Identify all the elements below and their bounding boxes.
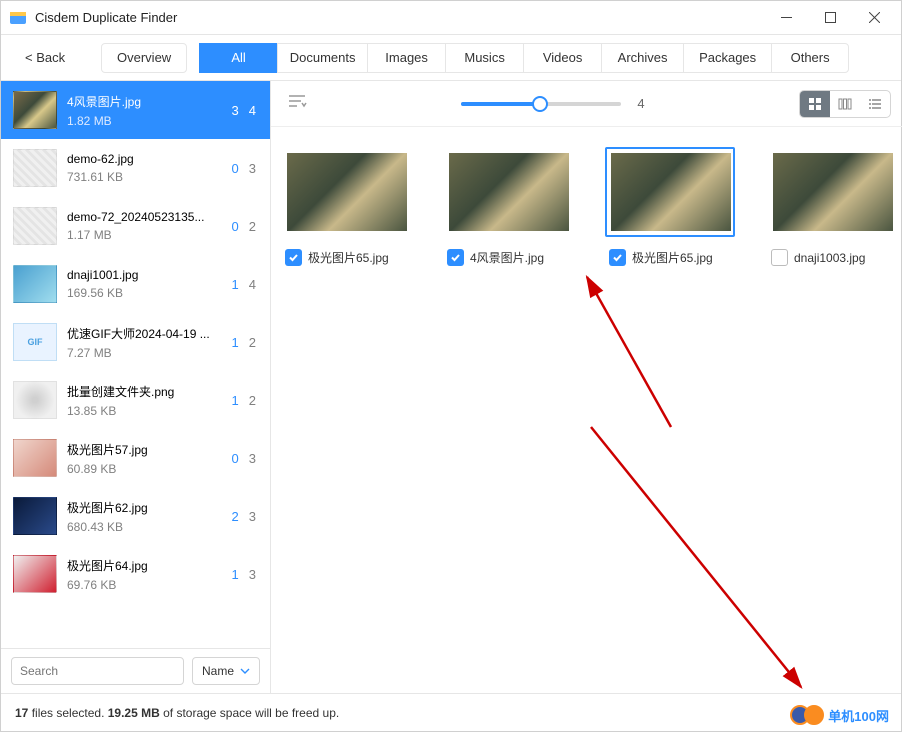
item-counts: 12 [232, 335, 256, 350]
item-name: 极光图片57.jpg [67, 441, 222, 458]
annotation-arrow [561, 407, 821, 707]
item-counts: 03 [232, 161, 256, 176]
main-toolbar: < Back Overview All Documents Images Mus… [1, 35, 901, 81]
list-item[interactable]: 极光图片62.jpg 680.43 KB 23 [1, 487, 270, 545]
item-size: 60.89 KB [67, 462, 222, 476]
list-item[interactable]: GIF 优速GIF大师2024-04-19 ... 7.27 MB 12 [1, 313, 270, 371]
list-item[interactable]: 批量创建文件夹.png 13.85 KB 12 [1, 371, 270, 429]
item-size: 1.17 MB [67, 228, 222, 242]
select-checkbox[interactable] [609, 249, 626, 266]
thumbnail [13, 265, 57, 303]
item-name: demo-62.jpg [67, 152, 222, 166]
item-name: dnaji1001.jpg [67, 268, 222, 282]
thumbnail-size-slider[interactable] [461, 102, 621, 106]
item-name: 批量创建文件夹.png [67, 383, 222, 400]
thumbnail-grid: 极光图片65.jpg 4风景图片.jpg 极光图片65.jpg dnaji1003.j… [271, 127, 902, 286]
item-counts: 13 [232, 567, 256, 582]
card-filename: dnaji1003.jpg [794, 251, 865, 265]
item-size: 731.61 KB [67, 170, 222, 184]
sidebar: 4风景图片.jpg 1.82 MB 34 demo-62.jpg 731.61 KB 03… [1, 81, 271, 693]
item-counts: 03 [232, 451, 256, 466]
item-counts: 14 [232, 277, 256, 292]
annotation-arrow [491, 257, 691, 437]
minimize-button[interactable] [773, 5, 799, 31]
search-input[interactable] [11, 657, 184, 685]
view-grid-button[interactable] [800, 91, 830, 117]
tab-musics[interactable]: Musics [445, 43, 523, 73]
item-name: demo-72_20240523135... [67, 210, 222, 224]
card-image [773, 153, 893, 231]
card-image [611, 153, 731, 231]
main-panel: 4 极光图片65.jpg 4风景图片.jpg 极光图片65.jpg dnaji1003… [271, 81, 902, 693]
slider-value: 4 [637, 96, 644, 111]
item-counts: 23 [232, 509, 256, 524]
item-size: 13.85 KB [67, 404, 222, 418]
card-image [287, 153, 407, 231]
sort-icon[interactable] [287, 93, 307, 114]
thumbnail [13, 149, 57, 187]
thumbnail-card[interactable]: 4风景图片.jpg [443, 147, 573, 266]
thumbnail-card[interactable]: 极光图片65.jpg [281, 147, 411, 266]
item-name: 4风景图片.jpg [67, 93, 222, 110]
statusbar: 17 files selected. 19.25 MB of storage s… [1, 693, 901, 731]
thumbnail [13, 207, 57, 245]
list-item[interactable]: demo-72_20240523135... 1.17 MB 02 [1, 197, 270, 255]
list-item[interactable]: 极光图片57.jpg 60.89 KB 03 [1, 429, 270, 487]
item-name: 极光图片62.jpg [67, 499, 222, 516]
thumbnail [13, 439, 57, 477]
titlebar: Cisdem Duplicate Finder [1, 1, 901, 35]
item-name: 优速GIF大师2024-04-19 ... [67, 325, 222, 342]
duplicate-group-list[interactable]: 4风景图片.jpg 1.82 MB 34 demo-62.jpg 731.61 KB 03… [1, 81, 270, 648]
item-counts: 02 [232, 219, 256, 234]
list-item[interactable]: demo-62.jpg 731.61 KB 03 [1, 139, 270, 197]
watermark: 单机100网 [790, 705, 889, 725]
list-item[interactable]: 极光图片64.jpg 69.76 KB 13 [1, 545, 270, 603]
thumbnail-card[interactable]: 极光图片65.jpg [605, 147, 735, 266]
item-counts: 12 [232, 393, 256, 408]
card-filename: 4风景图片.jpg [470, 249, 544, 266]
view-list-button[interactable] [860, 91, 890, 117]
select-checkbox[interactable] [447, 249, 464, 266]
item-size: 69.76 KB [67, 578, 222, 592]
list-item[interactable]: 4风景图片.jpg 1.82 MB 34 [1, 81, 270, 139]
app-icon [9, 9, 27, 27]
thumbnail: GIF [13, 323, 57, 361]
item-size: 7.27 MB [67, 346, 222, 360]
item-name: 极光图片64.jpg [67, 557, 222, 574]
tab-videos[interactable]: Videos [523, 43, 601, 73]
tab-documents[interactable]: Documents [277, 43, 367, 73]
tab-images[interactable]: Images [367, 43, 445, 73]
thumbnail [13, 555, 57, 593]
card-filename: 极光图片65.jpg [632, 249, 713, 266]
tab-others[interactable]: Others [771, 43, 849, 73]
status-count: 17 [15, 706, 28, 720]
thumbnail-card[interactable]: dnaji1003.jpg [767, 147, 897, 266]
status-size: 19.25 MB [108, 706, 160, 720]
close-button[interactable] [861, 5, 887, 31]
back-button[interactable]: < Back [13, 44, 77, 71]
thumbnail [13, 497, 57, 535]
card-image [449, 153, 569, 231]
tab-all[interactable]: All [199, 43, 277, 73]
list-item[interactable]: dnaji1001.jpg 169.56 KB 14 [1, 255, 270, 313]
window-title: Cisdem Duplicate Finder [35, 10, 773, 25]
item-counts: 34 [232, 103, 256, 118]
select-checkbox[interactable] [285, 249, 302, 266]
card-filename: 极光图片65.jpg [308, 249, 389, 266]
select-checkbox[interactable] [771, 249, 788, 266]
maximize-button[interactable] [817, 5, 843, 31]
item-size: 1.82 MB [67, 114, 222, 128]
thumbnail [13, 91, 57, 129]
sort-select-label: Name [202, 664, 234, 678]
item-size: 169.56 KB [67, 286, 222, 300]
chevron-down-icon [240, 668, 250, 674]
tab-packages[interactable]: Packages [683, 43, 771, 73]
view-columns-button[interactable] [830, 91, 860, 117]
thumbnail [13, 381, 57, 419]
tab-archives[interactable]: Archives [601, 43, 683, 73]
item-size: 680.43 KB [67, 520, 222, 534]
sort-select[interactable]: Name [192, 657, 260, 685]
overview-button[interactable]: Overview [101, 43, 187, 73]
